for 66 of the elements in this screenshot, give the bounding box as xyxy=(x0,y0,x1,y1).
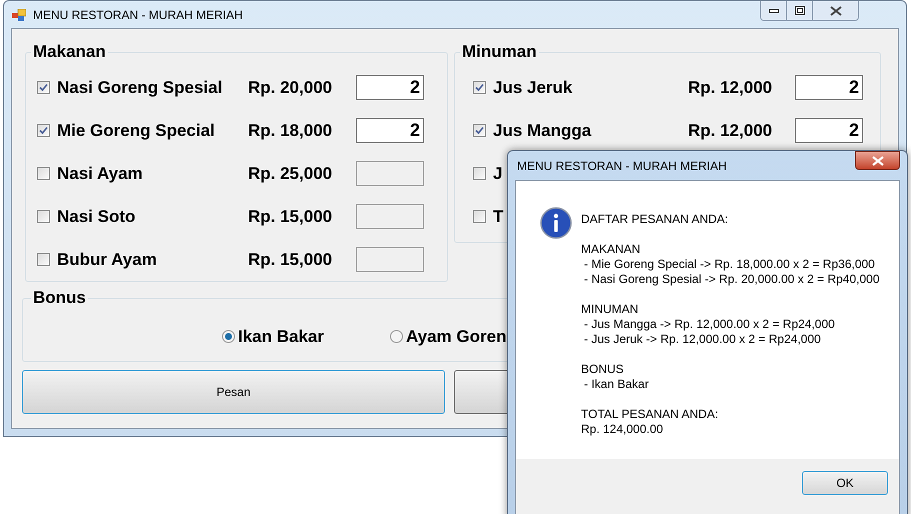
checkbox[interactable] xyxy=(473,81,486,94)
quantity-field[interactable] xyxy=(356,247,424,272)
check-icon xyxy=(39,126,48,135)
section-heading: MAKANAN xyxy=(581,242,642,257)
checkbox[interactable] xyxy=(473,210,486,223)
close-icon xyxy=(830,6,842,16)
checkbox[interactable] xyxy=(37,124,50,137)
item-price: Rp. 15,000 xyxy=(248,248,334,271)
maximize-icon xyxy=(794,6,804,15)
section-heading: DAFTAR PESANAN ANDA: xyxy=(581,212,730,227)
group-title: Minuman xyxy=(461,42,538,62)
item-label[interactable]: Jus Mangga xyxy=(493,118,688,144)
checkbox[interactable] xyxy=(473,167,486,180)
section-heading: BONUS xyxy=(581,362,625,377)
radio-label[interactable]: Ayam Goren xyxy=(406,324,506,350)
item-label[interactable]: Bubur Ayam xyxy=(57,246,248,272)
order-button[interactable]: Pesan xyxy=(22,370,445,414)
minimize-icon xyxy=(768,8,778,12)
item-label[interactable]: Nasi Goreng Spesial xyxy=(57,74,248,100)
close-button[interactable] xyxy=(855,151,900,170)
checkbox[interactable] xyxy=(37,253,50,266)
quantity-field[interactable]: 2 xyxy=(795,75,863,100)
app-icon xyxy=(12,8,26,20)
quantity-field[interactable]: 2 xyxy=(356,118,424,143)
section-heading: MINUMAN xyxy=(581,302,640,317)
window-title: MENU RESTORAN - MURAH MERIAH xyxy=(33,6,243,24)
order-line: - Mie Goreng Special -> Rp. 18,000.00 x 2 = Rp36,000 xyxy=(583,257,876,272)
group-title: Bonus xyxy=(32,288,87,308)
ok-button[interactable]: OK xyxy=(802,471,888,495)
quantity-field[interactable]: 2 xyxy=(356,75,424,100)
item-price: Rp. 18,000 xyxy=(248,120,334,142)
check-icon xyxy=(475,126,484,135)
item-price: Rp. 12,000 xyxy=(688,76,774,99)
order-line: - Jus Mangga -> Rp. 12,000.00 x 2 = Rp24,000 xyxy=(583,317,836,332)
maximize-button[interactable] xyxy=(787,1,813,20)
radio-button[interactable] xyxy=(222,330,235,344)
check-icon xyxy=(475,83,484,92)
section-heading: TOTAL PESANAN ANDA: xyxy=(581,407,720,422)
item-price: Rp. 20,000 xyxy=(248,76,334,99)
dialog-title: MENU RESTORAN - MURAH MERIAH xyxy=(517,158,727,174)
minimize-button[interactable] xyxy=(761,1,787,20)
item-label[interactable]: Mie Goreng Special xyxy=(57,118,248,144)
info-icon xyxy=(540,207,572,239)
group-title: Makanan xyxy=(32,42,107,62)
order-line: - Nasi Goreng Spesial -> Rp. 20,000.00 x 2 = Rp40,000 xyxy=(583,272,880,287)
total-amount: Rp. 124,000.00 xyxy=(581,422,664,437)
checkbox[interactable] xyxy=(37,81,50,94)
quantity-field[interactable] xyxy=(356,204,424,229)
item-label[interactable]: Jus Jeruk xyxy=(493,74,688,100)
item-price: Rp. 15,000 xyxy=(248,206,334,228)
item-price: Rp. 25,000 xyxy=(248,162,334,185)
item-label[interactable]: Nasi Soto xyxy=(57,204,248,230)
item-label[interactable]: Nasi Ayam xyxy=(57,160,248,186)
close-icon xyxy=(872,156,884,166)
order-line: - Ikan Bakar xyxy=(583,377,650,392)
checkbox[interactable] xyxy=(37,167,50,180)
checkbox[interactable] xyxy=(473,124,486,137)
checkbox[interactable] xyxy=(37,210,50,223)
radio-label[interactable]: Ikan Bakar xyxy=(238,324,324,350)
quantity-field[interactable]: 2 xyxy=(795,118,863,143)
item-price: Rp. 12,000 xyxy=(688,120,774,142)
quantity-field[interactable] xyxy=(356,161,424,186)
order-line: - Jus Jeruk -> Rp. 12,000.00 x 2 = Rp24,000 xyxy=(583,332,822,347)
radio-button[interactable] xyxy=(390,330,403,344)
check-icon xyxy=(39,83,48,92)
close-button[interactable] xyxy=(813,1,858,20)
